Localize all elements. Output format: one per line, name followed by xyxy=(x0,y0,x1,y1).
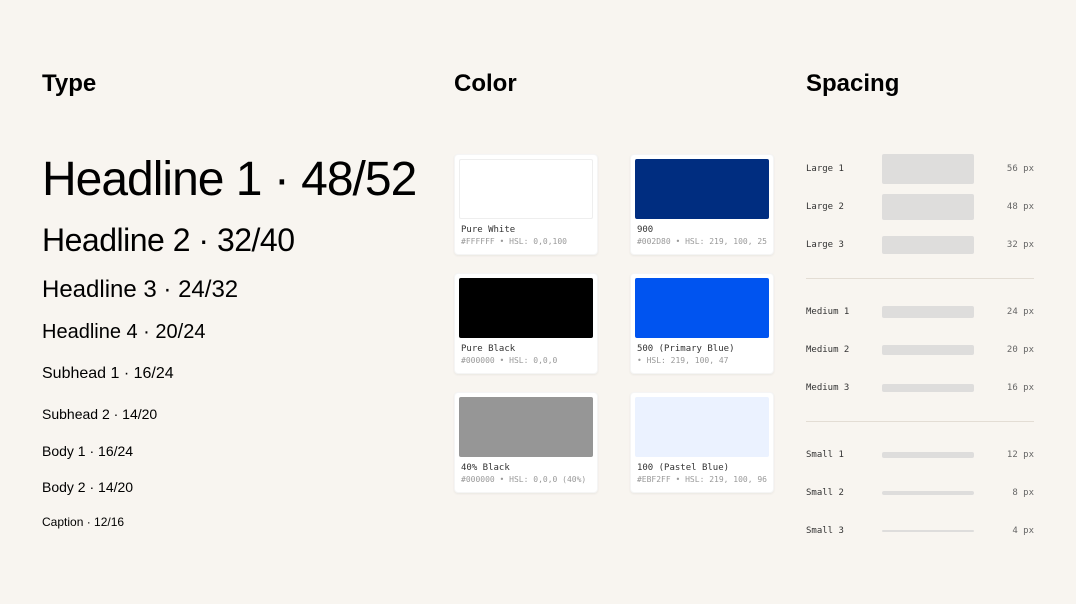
type-body2: Body 2 · 14/20 xyxy=(42,478,422,496)
spacing-value: 24 px xyxy=(1007,307,1034,317)
type-h2: Headline 2 · 32/40 xyxy=(42,220,422,260)
spacing-bar xyxy=(882,384,974,392)
spacing-section: Spacing Large 1 56 px Large 2 48 px Larg… xyxy=(806,70,1034,562)
spacing-value: 48 px xyxy=(1007,202,1034,212)
spacing-label: Medium 2 xyxy=(806,345,870,355)
swatch-name: 500 (Primary Blue) xyxy=(635,338,769,356)
spacing-label: Small 1 xyxy=(806,450,870,460)
spacing-row: Medium 3 16 px xyxy=(806,373,1034,403)
swatch-meta: #000000 • HSL: 0,0,0 (40%) xyxy=(459,475,593,488)
spacing-label: Medium 3 xyxy=(806,383,870,393)
swatch-900: 900 #002D80 • HSL: 219, 100, 25 xyxy=(630,154,774,255)
swatch-40-black: 40% Black #000000 • HSL: 0,0,0 (40%) xyxy=(454,392,598,493)
swatch-name: 40% Black xyxy=(459,457,593,475)
spacing-large-group: Large 1 56 px Large 2 48 px Large 3 32 p… xyxy=(806,154,1034,279)
spacing-value: 32 px xyxy=(1007,240,1034,250)
spacing-label: Large 3 xyxy=(806,240,870,250)
spacing-row: Medium 2 20 px xyxy=(806,335,1034,365)
spacing-row: Large 2 48 px xyxy=(806,192,1034,222)
spacing-bar xyxy=(882,452,974,458)
spacing-bar xyxy=(882,236,974,254)
spacing-medium-group: Medium 1 24 px Medium 2 20 px Medium 3 1… xyxy=(806,297,1034,422)
swatch-preview xyxy=(459,397,593,457)
spacing-row: Small 1 12 px xyxy=(806,440,1034,470)
swatch-preview xyxy=(459,278,593,338)
spacing-value: 12 px xyxy=(1007,450,1034,460)
swatch-pure-white: Pure White #FFFFFF • HSL: 0,0,100 xyxy=(454,154,598,255)
spacing-row: Large 3 32 px xyxy=(806,230,1034,260)
spacing-bar xyxy=(882,345,974,355)
spacing-bar xyxy=(882,491,974,495)
type-h1: Headline 1 · 48/52 xyxy=(42,154,422,206)
swatch-meta: #000000 • HSL: 0,0,0 xyxy=(459,356,593,369)
swatch-meta: #FFFFFF • HSL: 0,0,100 xyxy=(459,237,593,250)
spacing-small-group: Small 1 12 px Small 2 8 px Small 3 4 px xyxy=(806,440,1034,546)
swatch-name: 100 (Pastel Blue) xyxy=(635,457,769,475)
swatch-preview xyxy=(635,159,769,219)
spacing-value: 8 px xyxy=(1012,488,1034,498)
spacing-bar xyxy=(882,194,974,220)
swatch-name: Pure Black xyxy=(459,338,593,356)
color-section: Color Pure White #FFFFFF • HSL: 0,0,100 … xyxy=(454,70,774,562)
spacing-row: Large 1 56 px xyxy=(806,154,1034,184)
swatch-500: 500 (Primary Blue) • HSL: 219, 100, 47 xyxy=(630,273,774,374)
type-body1: Body 1 · 16/24 xyxy=(42,442,422,460)
spacing-bar xyxy=(882,154,974,184)
type-caption: Caption · 12/16 xyxy=(42,514,422,530)
swatch-name: Pure White xyxy=(459,219,593,237)
spacing-row: Small 2 8 px xyxy=(806,478,1034,508)
spacing-label: Small 3 xyxy=(806,526,870,536)
spacing-heading: Spacing xyxy=(806,70,1034,98)
type-subhead1: Subhead 1 · 16/24 xyxy=(42,362,422,386)
swatch-meta: #EBF2FF • HSL: 219, 100, 96 xyxy=(635,475,769,488)
spacing-bar xyxy=(882,306,974,318)
spacing-label: Medium 1 xyxy=(806,307,870,317)
swatch-meta: • HSL: 219, 100, 47 xyxy=(635,356,769,369)
type-heading: Type xyxy=(42,70,422,98)
spacing-label: Small 2 xyxy=(806,488,870,498)
swatch-name: 900 xyxy=(635,219,769,237)
type-h4: Headline 4 · 20/24 xyxy=(42,320,422,344)
spacing-value: 20 px xyxy=(1007,345,1034,355)
spacing-bar xyxy=(882,530,974,532)
swatch-pure-black: Pure Black #000000 • HSL: 0,0,0 xyxy=(454,273,598,374)
spacing-value: 4 px xyxy=(1012,526,1034,536)
spacing-row: Medium 1 24 px xyxy=(806,297,1034,327)
color-heading: Color xyxy=(454,70,774,98)
swatch-meta: #002D80 • HSL: 219, 100, 25 xyxy=(635,237,769,250)
type-h3: Headline 3 · 24/32 xyxy=(42,274,422,306)
swatch-100: 100 (Pastel Blue) #EBF2FF • HSL: 219, 10… xyxy=(630,392,774,493)
spacing-label: Large 1 xyxy=(806,164,870,174)
type-subhead2: Subhead 2 · 14/20 xyxy=(42,404,422,424)
spacing-row: Small 3 4 px xyxy=(806,516,1034,546)
spacing-label: Large 2 xyxy=(806,202,870,212)
spacing-value: 56 px xyxy=(1007,164,1034,174)
swatch-preview xyxy=(459,159,593,219)
swatch-preview xyxy=(635,278,769,338)
swatch-preview xyxy=(635,397,769,457)
type-section: Type Headline 1 · 48/52 Headline 2 · 32/… xyxy=(42,70,422,562)
spacing-value: 16 px xyxy=(1007,383,1034,393)
